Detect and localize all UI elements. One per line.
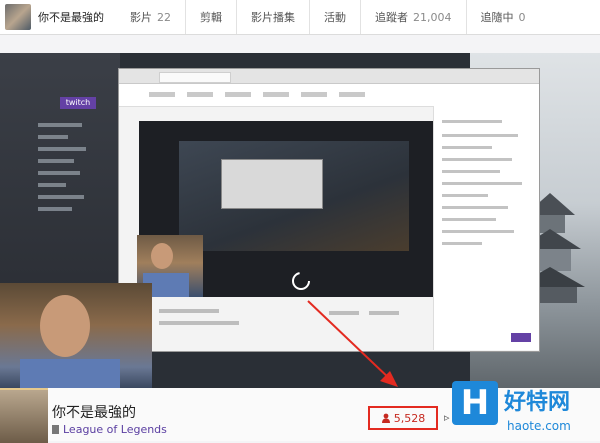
loading-spinner-icon — [292, 272, 310, 290]
tab-count: 21,004 — [413, 10, 452, 24]
game-link[interactable]: League of Legends — [52, 423, 167, 436]
chat-line — [38, 159, 74, 163]
avatar[interactable] — [5, 4, 31, 30]
stream-title: 你不是最強的 — [52, 405, 136, 421]
video-player[interactable]: twitch — [0, 53, 600, 388]
nested-window — [221, 159, 323, 209]
chat-line — [38, 171, 80, 175]
tab-videos[interactable]: 影片 22 — [116, 0, 185, 34]
channel-name[interactable]: 你不是最強的 — [38, 9, 116, 25]
channel-thumbnail[interactable] — [0, 388, 48, 443]
chat-line — [38, 135, 68, 139]
browser-navbar — [119, 84, 539, 107]
tab-collections[interactable]: 影片播集 — [236, 0, 309, 34]
chat-line — [38, 123, 82, 127]
tab-clips[interactable]: 剪輯 — [185, 0, 236, 34]
tab-label: 剪輯 — [200, 11, 222, 24]
tab-events[interactable]: 活動 — [309, 0, 360, 34]
tab-label: 追蹤者 — [375, 11, 408, 24]
viewer-count-value: 5,528 — [393, 411, 426, 425]
tab-label: 追隨中 — [480, 11, 514, 24]
tab-count: 0 — [518, 10, 526, 24]
chat-line — [38, 195, 84, 199]
channel-header: 你不是最強的 影片 22 剪輯 影片播集 活動 追蹤者 21,004 追隨中 0 — [0, 0, 600, 35]
annotation-arrow — [307, 300, 398, 387]
twitch-logo: twitch — [60, 97, 96, 109]
chat-line — [38, 183, 66, 187]
chat-line — [38, 147, 86, 151]
tab-label: 影片播集 — [251, 11, 295, 24]
chat-send-button — [511, 333, 531, 342]
tab-count: 22 — [157, 10, 171, 24]
share-icon[interactable]: ▹ — [444, 411, 450, 424]
tab-label: 影片 — [130, 11, 152, 24]
shirt — [20, 359, 120, 388]
viewer-count: 5,528 — [368, 406, 438, 430]
tab-followers[interactable]: 追蹤者 21,004 — [360, 0, 466, 34]
person-icon — [381, 413, 390, 423]
browser-tab — [159, 72, 231, 83]
game-name: League of Legends — [63, 423, 167, 436]
webcam-overlay-large — [0, 283, 152, 388]
face — [40, 295, 90, 357]
face — [151, 243, 173, 269]
chat-line — [38, 207, 72, 211]
nested-chat-panel — [433, 106, 539, 350]
game-icon — [52, 425, 59, 434]
tab-following[interactable]: 追隨中 0 — [465, 0, 540, 34]
watermark-name: 好特网 — [504, 390, 571, 415]
tab-label: 活動 — [324, 11, 346, 24]
watermark-logo: H — [452, 381, 498, 425]
watermark-domain: haote.com — [507, 419, 571, 433]
